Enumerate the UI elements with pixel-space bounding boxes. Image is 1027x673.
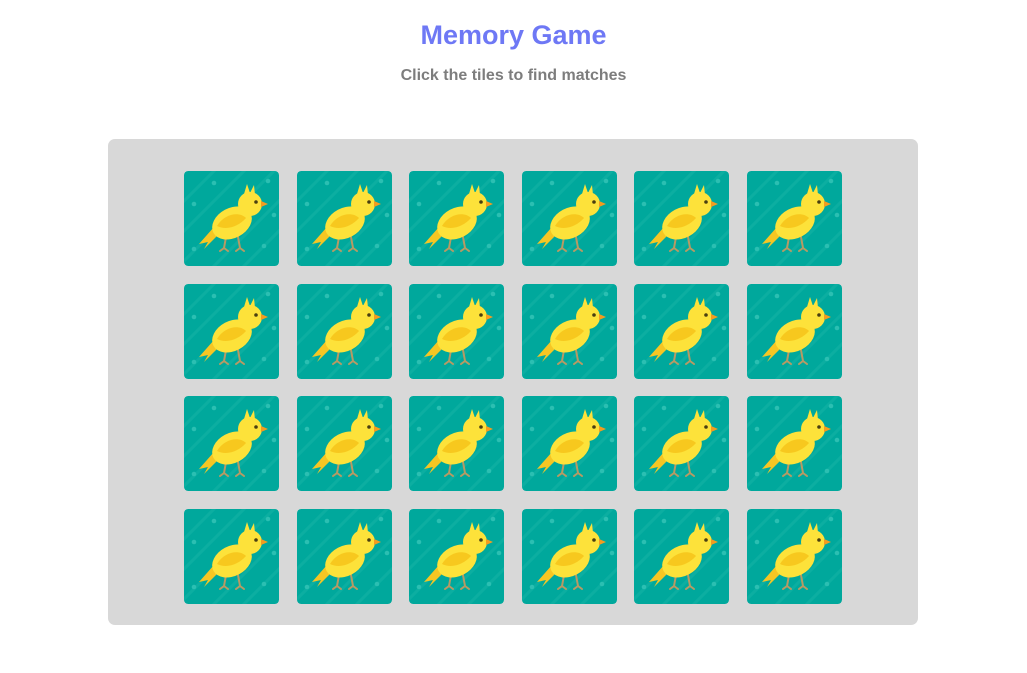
memory-tile[interactable] — [409, 171, 505, 266]
canary-bird-icon — [521, 396, 617, 491]
canary-bird-icon — [409, 171, 505, 266]
memory-tile[interactable] — [184, 508, 279, 604]
canary-bird-icon — [409, 396, 505, 491]
memory-tile[interactable] — [634, 508, 730, 604]
memory-tile[interactable] — [409, 283, 505, 379]
canary-bird-icon — [409, 508, 505, 604]
memory-tile[interactable] — [634, 396, 730, 491]
canary-bird-icon — [746, 283, 842, 379]
memory-tile[interactable] — [746, 283, 842, 379]
memory-tile[interactable] — [296, 283, 392, 379]
canary-bird-icon — [634, 508, 730, 604]
memory-tile[interactable] — [296, 396, 392, 491]
memory-tile[interactable] — [409, 396, 505, 491]
canary-bird-icon — [634, 283, 730, 379]
canary-bird-icon — [184, 171, 279, 266]
canary-bird-icon — [296, 283, 392, 379]
canary-bird-icon — [521, 171, 617, 266]
memory-tile[interactable] — [184, 171, 279, 266]
canary-bird-icon — [746, 396, 842, 491]
canary-bird-icon — [296, 508, 392, 604]
canary-bird-icon — [634, 396, 730, 491]
memory-tile[interactable] — [296, 508, 392, 604]
memory-tile[interactable] — [634, 171, 730, 266]
memory-tile[interactable] — [521, 508, 617, 604]
memory-tile[interactable] — [521, 171, 617, 266]
canary-bird-icon — [521, 283, 617, 379]
game-board — [108, 139, 918, 625]
memory-tile[interactable] — [746, 396, 842, 491]
memory-tile[interactable] — [634, 283, 730, 379]
canary-bird-icon — [296, 171, 392, 266]
memory-tile[interactable] — [521, 283, 617, 379]
memory-tile[interactable] — [746, 508, 842, 604]
memory-tile[interactable] — [184, 396, 279, 491]
canary-bird-icon — [184, 508, 279, 604]
page-title: Memory Game — [420, 20, 607, 50]
memory-tile[interactable] — [521, 396, 617, 491]
canary-bird-icon — [634, 171, 730, 266]
canary-bird-icon — [409, 283, 505, 379]
canary-bird-icon — [746, 171, 842, 266]
memory-tile[interactable] — [184, 283, 279, 379]
memory-tile[interactable] — [746, 171, 842, 266]
canary-bird-icon — [184, 396, 279, 491]
canary-bird-icon — [746, 508, 842, 604]
canary-bird-icon — [184, 283, 279, 379]
canary-bird-icon — [521, 508, 617, 604]
canary-bird-icon — [296, 396, 392, 491]
page-subtitle: Click the tiles to find matches — [400, 67, 627, 84]
memory-tile[interactable] — [409, 508, 505, 604]
tile-grid — [184, 171, 842, 604]
memory-tile[interactable] — [296, 171, 392, 266]
